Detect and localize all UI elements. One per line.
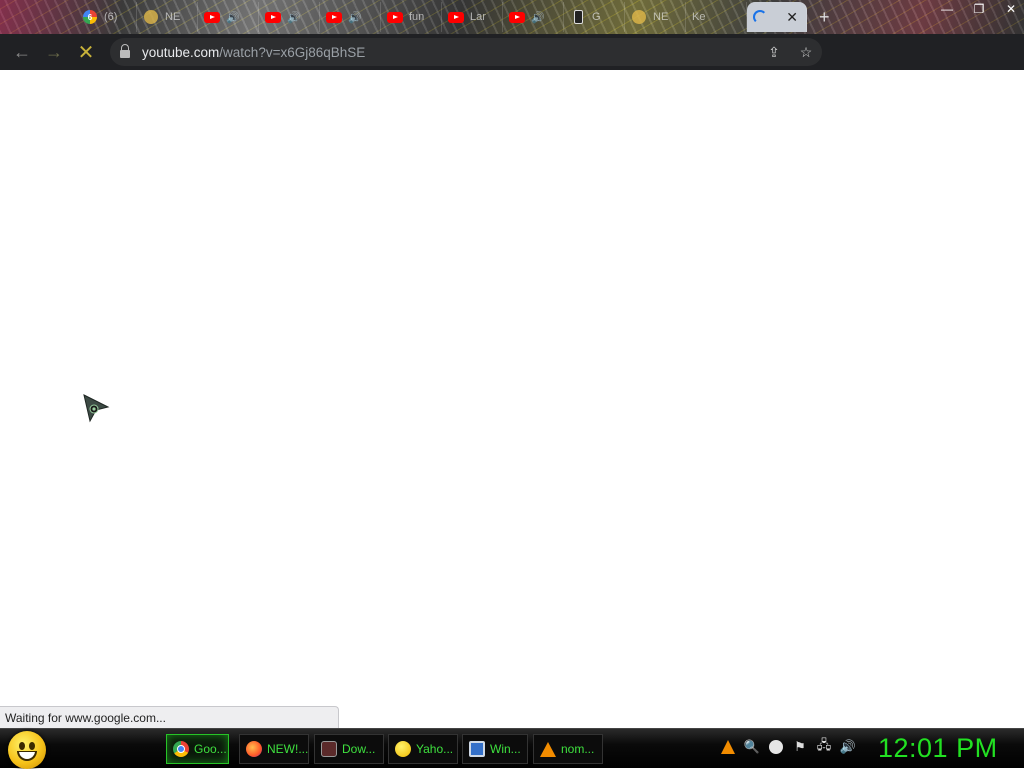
url-text[interactable]: youtube.com/watch?v=x6Gj86qBhSE (142, 45, 365, 60)
tab-title: Lar (470, 11, 486, 23)
network-icon[interactable]: 🖧 (816, 737, 832, 755)
page-content[interactable] (0, 70, 1024, 728)
audio-playing-icon[interactable]: 🔊 (226, 11, 240, 24)
stop-loading-button[interactable]: ✕ (70, 36, 102, 68)
restore-button[interactable]: ❐ (972, 2, 986, 16)
tab-item[interactable]: 6 (6) (76, 2, 137, 32)
download-icon (321, 741, 337, 757)
tab-item[interactable]: Ke (686, 2, 747, 32)
taskbar-item-label: Dow... (342, 742, 376, 756)
back-button[interactable]: ← (6, 36, 38, 68)
tab-item[interactable]: NE (137, 2, 198, 32)
taskbar-item-label: NEW!... (267, 742, 309, 756)
url-host: youtube.com (142, 44, 220, 60)
emoji-icon (631, 9, 647, 25)
arrow-left-icon: ← (13, 41, 31, 62)
close-icon: ✕ (77, 41, 95, 64)
mouse-cursor-icon (83, 394, 110, 423)
audio-playing-icon[interactable]: 🔊 (531, 11, 545, 24)
taskbar-item-download[interactable]: Dow... (314, 734, 384, 764)
forward-button[interactable]: → (38, 36, 70, 68)
taskbar-item-chrome[interactable]: Goo... (166, 734, 229, 764)
youtube-icon (387, 9, 403, 25)
vlc-icon (540, 741, 556, 757)
arrow-right-icon: → (45, 41, 63, 62)
google-icon: 6 (82, 9, 98, 25)
volume-icon[interactable]: 🔊 (840, 739, 856, 755)
browser-toolbar: ← → ✕ youtube.com/watch?v=x6Gj86qBhSE ⇪ … (0, 34, 1024, 96)
emoji-icon (143, 9, 159, 25)
taskbar-clock[interactable]: 12:01 PM (878, 733, 998, 764)
audio-playing-icon[interactable]: 🔊 (348, 11, 362, 24)
tab-active[interactable]: ✕ (747, 2, 807, 32)
tab-item[interactable]: NE (625, 2, 686, 32)
tab-title: NE (165, 11, 181, 23)
close-window-button[interactable]: ✕ (1004, 2, 1018, 16)
tab-strip: 6 (6) NE 🔊 🔊 🔊 fun Lar 🔊 G NE Ke ✕ + — ❐… (0, 0, 1024, 34)
tab-list: 6 (6) NE 🔊 🔊 🔊 fun Lar 🔊 G NE Ke ✕ + (76, 2, 830, 32)
yahoo-messenger-icon (395, 741, 411, 757)
tab-title: Ke (692, 11, 706, 23)
messenger-tray-icon[interactable] (768, 739, 784, 755)
taskbar-item-window[interactable]: Win... (462, 734, 528, 764)
firefox-icon (246, 741, 262, 757)
tab-title: NE (653, 11, 669, 23)
window-icon (469, 741, 485, 757)
bookmark-star-icon[interactable]: ☆ (796, 42, 816, 62)
status-bubble: Waiting for www.google.com... (0, 706, 339, 728)
tab-item[interactable]: G (564, 2, 625, 32)
tab-item[interactable]: 🔊 (259, 2, 320, 32)
chrome-icon (173, 741, 189, 757)
share-icon[interactable]: ⇪ (764, 42, 784, 62)
youtube-icon (204, 9, 220, 25)
lock-icon[interactable] (120, 44, 130, 58)
system-tray: 🔍 ⚑ 🖧 🔊 (720, 737, 856, 755)
start-button-smiley-icon[interactable] (8, 731, 46, 769)
omnibox-actions: ⇪ ☆ (764, 42, 816, 62)
youtube-icon (265, 9, 281, 25)
tab-title: (6) (104, 11, 118, 23)
taskbar-item-label: Win... (490, 742, 521, 756)
url-path: /watch?v=x6Gj86qBhSE (219, 44, 366, 60)
new-tab-button[interactable]: + (819, 7, 830, 28)
youtube-icon (448, 9, 464, 25)
vlc-tray-icon[interactable] (720, 739, 736, 755)
phone-icon (570, 9, 586, 25)
taskbar-item-label: nom... (561, 742, 595, 756)
search-key-icon[interactable]: 🔍 (744, 739, 760, 755)
youtube-icon (509, 9, 525, 25)
tab-title: fun (409, 11, 425, 23)
loading-spinner-icon (753, 10, 767, 24)
address-bar[interactable]: youtube.com/watch?v=x6Gj86qBhSE ⇪ ☆ (110, 38, 822, 66)
taskbar-item-label: Goo... (194, 742, 227, 756)
tab-item[interactable]: 🔊 (503, 2, 564, 32)
tab-item[interactable]: 🔊 (320, 2, 381, 32)
youtube-icon (326, 9, 342, 25)
taskbar-item-vlc[interactable]: nom... (533, 734, 603, 764)
audio-playing-icon[interactable]: 🔊 (287, 11, 301, 24)
minimize-button[interactable]: — (940, 2, 954, 16)
taskbar-item-label: Yaho... (416, 742, 454, 756)
taskbar: Goo... NEW!... Dow... Yaho... Win... nom… (0, 728, 1024, 769)
close-tab-icon[interactable]: ✕ (786, 9, 798, 26)
tab-title: G (592, 11, 601, 23)
window-controls: — ❐ ✕ (940, 0, 1018, 18)
action-center-flag-icon[interactable]: ⚑ (792, 739, 808, 755)
tab-item[interactable]: fun (381, 2, 442, 32)
taskbar-item-firefox[interactable]: NEW!... (239, 734, 309, 764)
tab-item[interactable]: 🔊 (198, 2, 259, 32)
tab-item[interactable]: Lar (442, 2, 503, 32)
taskbar-item-yahoo[interactable]: Yaho... (388, 734, 458, 764)
